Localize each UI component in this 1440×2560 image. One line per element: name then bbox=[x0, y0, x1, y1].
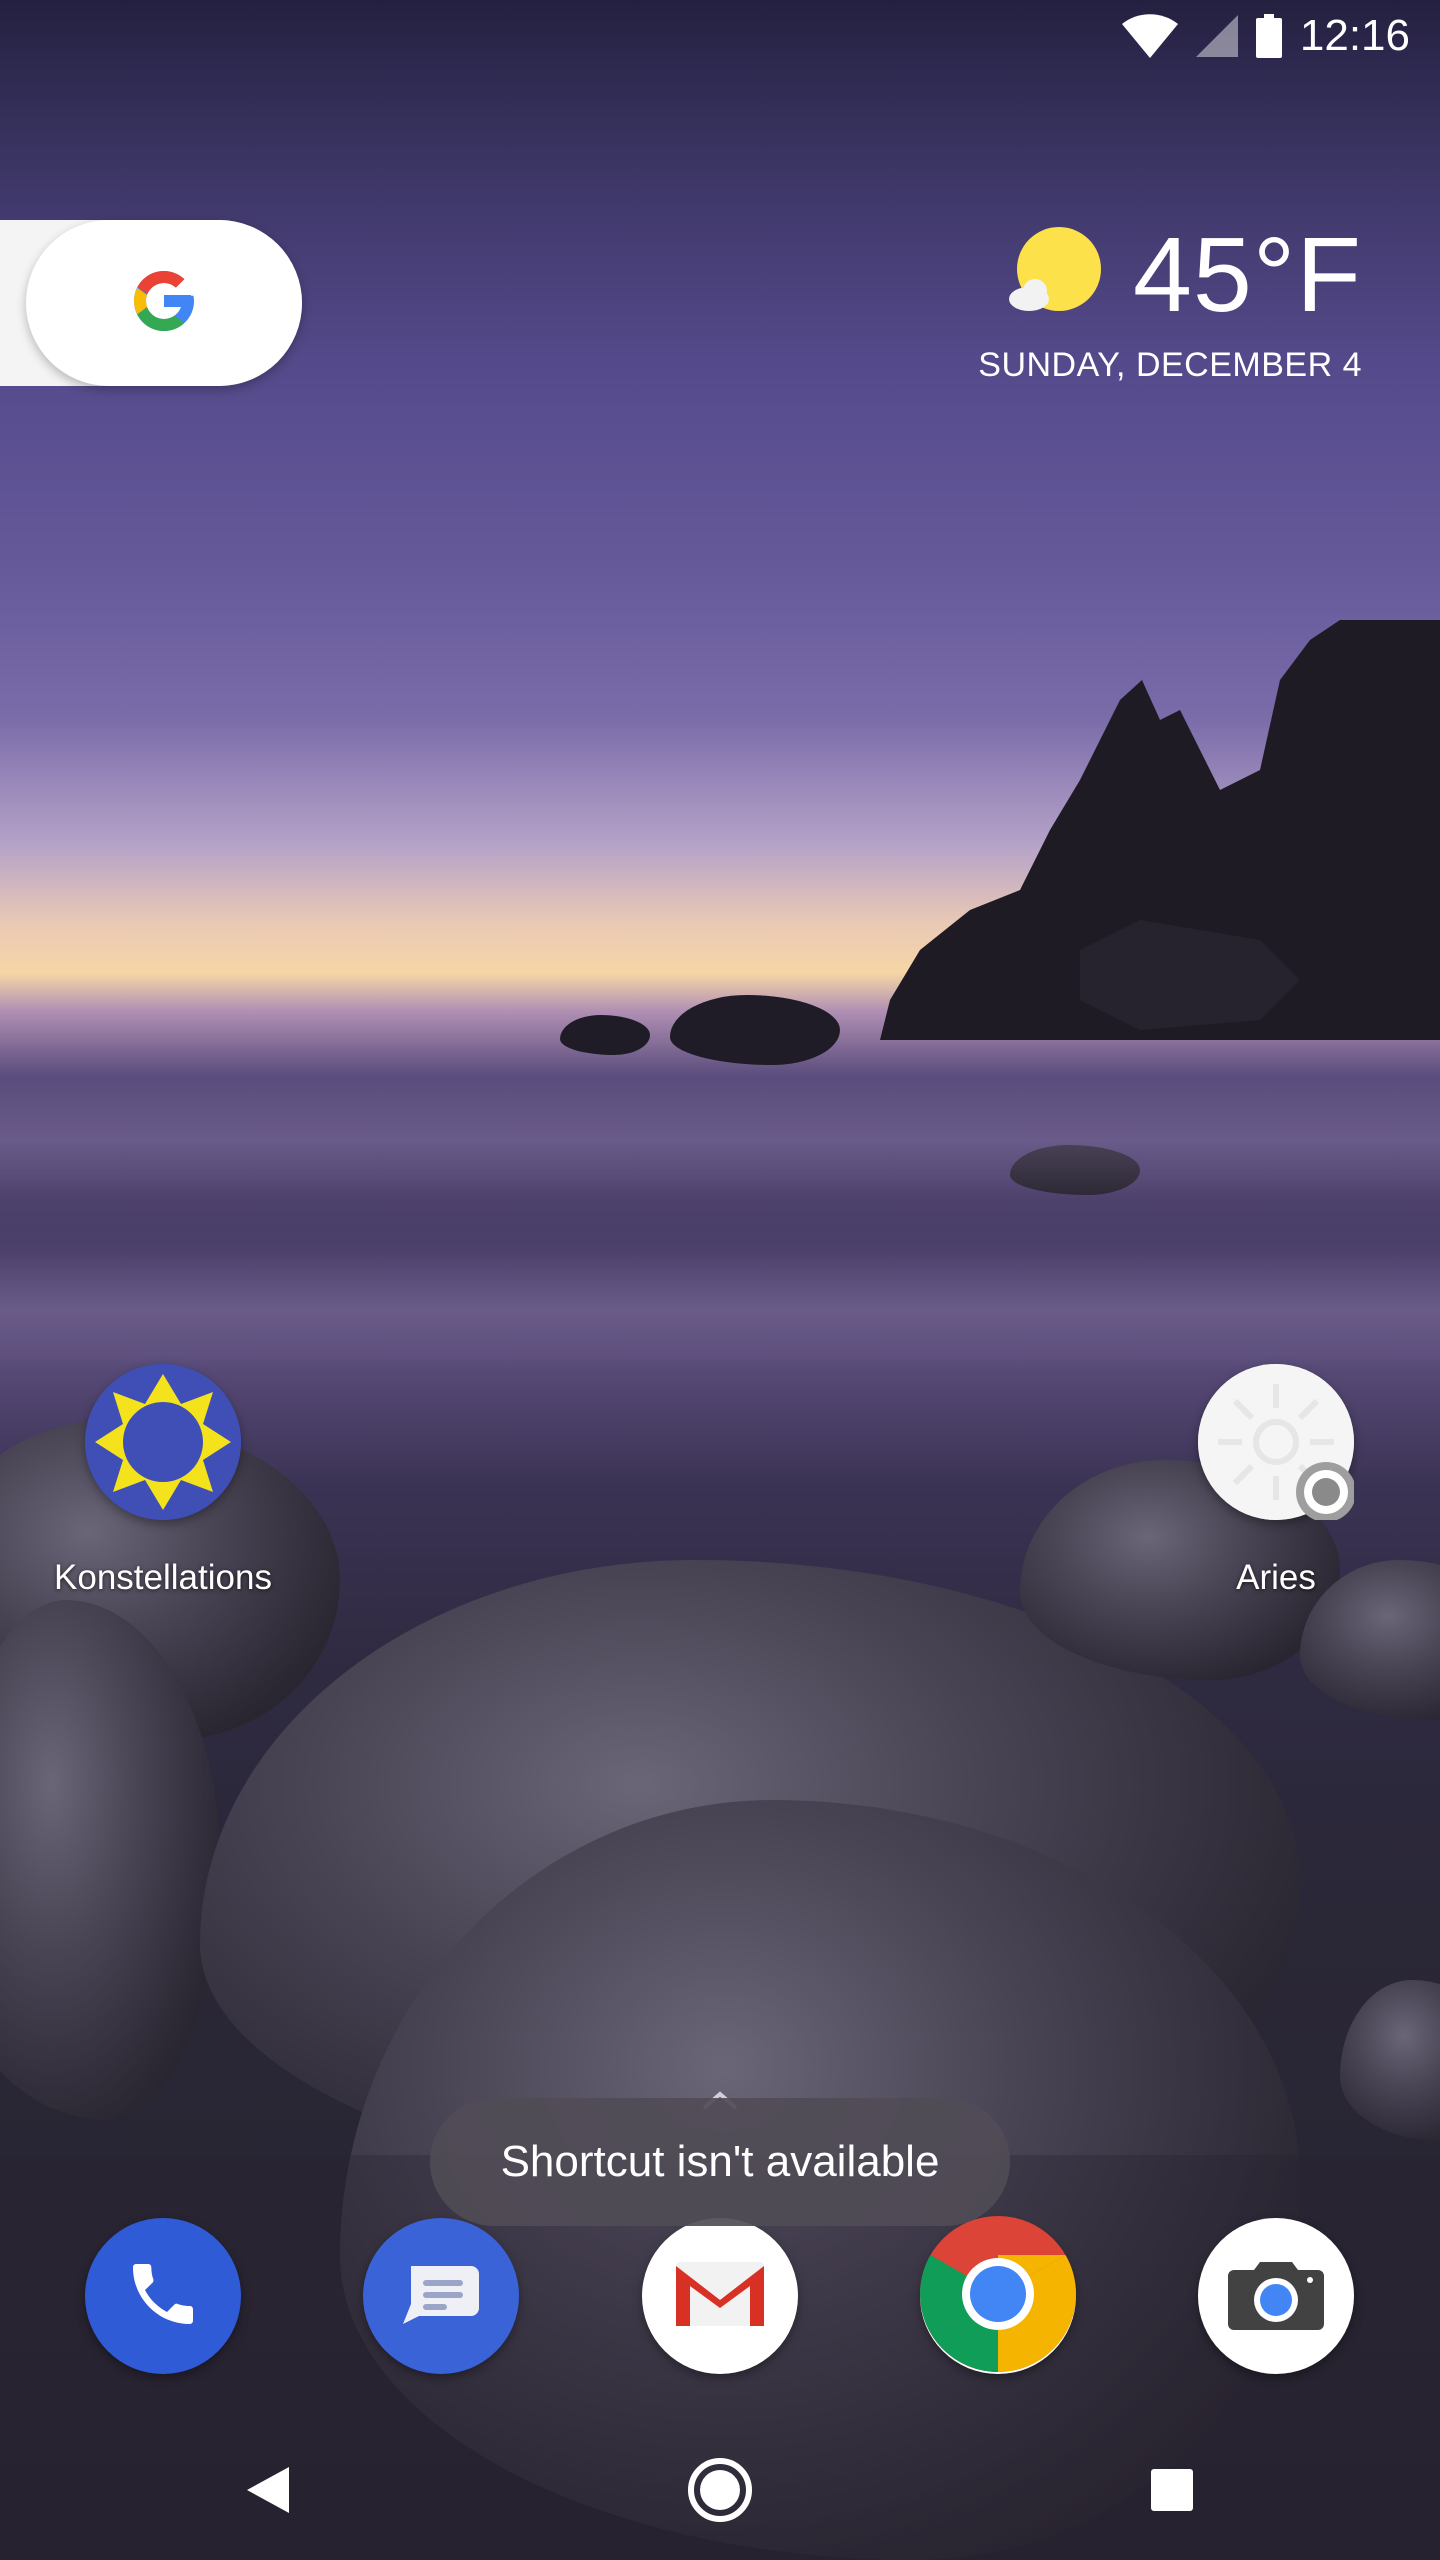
aries-icon bbox=[1198, 1364, 1354, 1520]
dock-app-chrome[interactable] bbox=[920, 2216, 1076, 2376]
battery-icon bbox=[1255, 14, 1282, 58]
chrome-icon bbox=[920, 2216, 1076, 2376]
dock-app-messages[interactable] bbox=[363, 2218, 519, 2374]
weather-widget[interactable]: 45°F SUNDAY, DECEMBER 4 bbox=[978, 222, 1362, 385]
home-button[interactable] bbox=[680, 2452, 760, 2532]
dock-app-camera[interactable] bbox=[1198, 2218, 1354, 2374]
navigation-bar bbox=[0, 2416, 1440, 2560]
recents-icon bbox=[1149, 2467, 1195, 2517]
dock-app-gmail[interactable] bbox=[642, 2218, 798, 2374]
camera-icon bbox=[1226, 2254, 1326, 2338]
app-konstellations[interactable]: Konstellations bbox=[43, 1364, 283, 1598]
home-icon bbox=[687, 2457, 753, 2527]
wifi-icon bbox=[1121, 14, 1178, 58]
wallpaper-cliffs bbox=[880, 620, 1440, 1040]
gmail-icon bbox=[670, 2254, 770, 2338]
cell-signal-icon bbox=[1195, 15, 1238, 57]
weather-temperature: 45°F bbox=[1132, 216, 1362, 334]
phone-icon bbox=[123, 2254, 203, 2338]
toast-message: Shortcut isn't available bbox=[430, 2098, 1010, 2226]
status-bar: 12:16 bbox=[0, 0, 1440, 72]
status-time: 12:16 bbox=[1299, 11, 1410, 60]
dock-app-phone[interactable] bbox=[85, 2218, 241, 2374]
konstellations-icon bbox=[85, 1364, 241, 1520]
google-g-icon bbox=[128, 265, 200, 341]
app-label: Konstellations bbox=[54, 1558, 272, 1597]
google-search-button[interactable] bbox=[26, 220, 302, 386]
back-icon bbox=[245, 2465, 291, 2519]
google-search-widget[interactable] bbox=[0, 220, 302, 386]
app-label: Aries bbox=[1236, 1558, 1316, 1597]
partly-sunny-icon bbox=[1005, 223, 1105, 327]
weather-date: SUNDAY, DECEMBER 4 bbox=[978, 346, 1362, 384]
dock bbox=[0, 2216, 1440, 2378]
app-aries[interactable]: Aries bbox=[1156, 1364, 1396, 1598]
recents-button[interactable] bbox=[1132, 2452, 1212, 2532]
messages-icon bbox=[393, 2246, 489, 2346]
back-button[interactable] bbox=[228, 2452, 308, 2532]
